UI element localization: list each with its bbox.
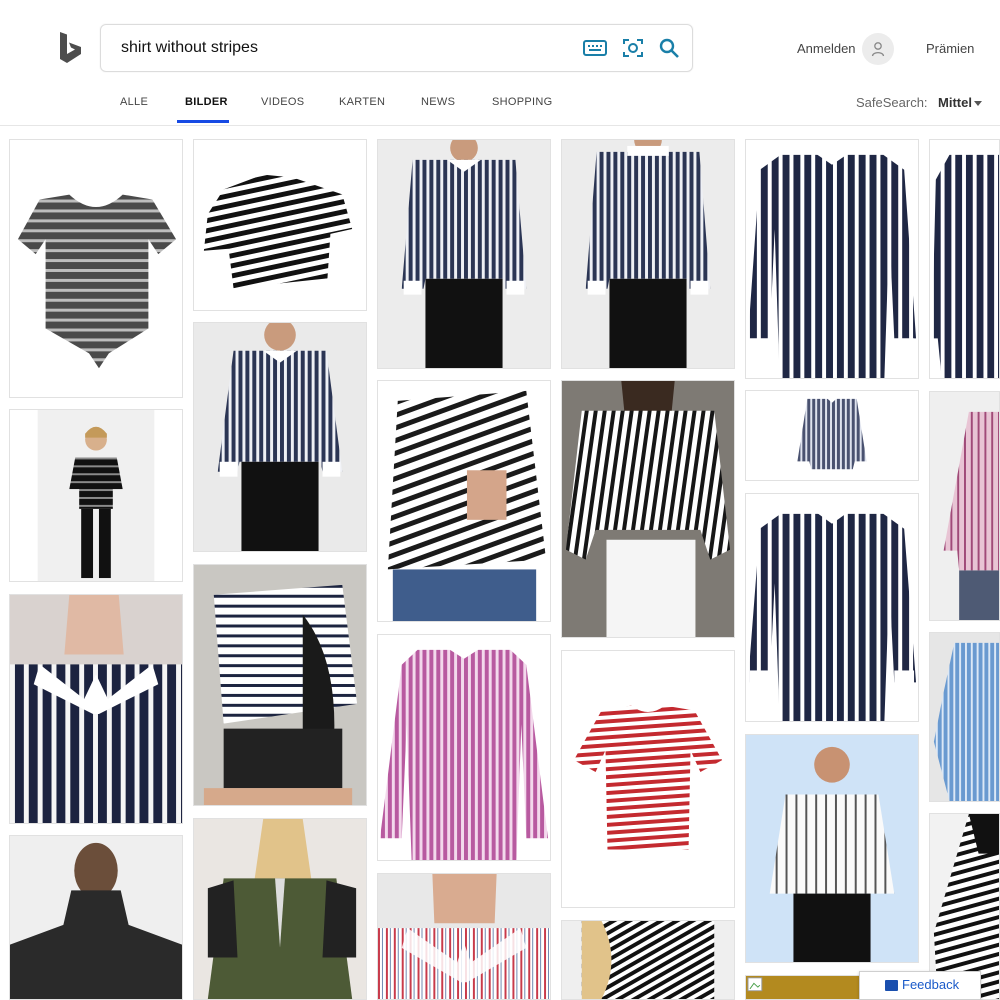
chevron-down-icon[interactable] <box>974 101 982 106</box>
image-result[interactable] <box>745 390 919 481</box>
bing-logo-icon[interactable] <box>58 32 82 64</box>
keyboard-icon[interactable] <box>583 36 607 60</box>
safesearch-label: SafeSearch: <box>856 95 928 110</box>
image-result[interactable] <box>193 564 367 806</box>
tab-shopping[interactable]: SHOPPING <box>492 96 552 108</box>
image-result[interactable] <box>561 650 735 908</box>
tab-videos[interactable]: VIDEOS <box>261 96 304 108</box>
tab-news[interactable]: NEWS <box>421 96 455 108</box>
search-input[interactable]: shirt without stripes <box>121 39 258 57</box>
feedback-button[interactable]: Feedback <box>859 971 981 1000</box>
image-result[interactable] <box>929 391 1000 621</box>
visual-search-icon[interactable] <box>621 36 645 60</box>
image-result[interactable] <box>9 139 183 398</box>
image-result[interactable] <box>561 380 735 638</box>
image-result[interactable] <box>377 380 551 622</box>
image-result[interactable] <box>9 835 183 1000</box>
rewards-link[interactable]: Prämien <box>926 41 974 56</box>
avatar[interactable] <box>862 33 894 65</box>
image-result[interactable] <box>9 594 183 824</box>
user-icon <box>871 42 885 57</box>
image-result[interactable] <box>929 632 1000 802</box>
tab-alle[interactable]: ALLE <box>120 96 148 108</box>
image-result[interactable] <box>561 139 735 369</box>
tab-karten[interactable]: KARTEN <box>339 96 385 108</box>
image-result[interactable] <box>377 634 551 861</box>
image-result[interactable] <box>377 139 551 369</box>
image-result[interactable] <box>9 409 183 582</box>
image-result[interactable] <box>377 873 551 1000</box>
active-tab-indicator <box>177 120 229 123</box>
image-result[interactable] <box>745 734 919 963</box>
search-icon[interactable] <box>657 36 681 60</box>
image-result[interactable] <box>745 493 919 722</box>
image-result[interactable] <box>193 139 367 311</box>
signin-link[interactable]: Anmelden <box>797 41 856 56</box>
image-result[interactable] <box>929 139 1000 379</box>
image-result[interactable] <box>193 322 367 552</box>
safesearch-dropdown[interactable]: Mittel <box>938 95 972 110</box>
feedback-label: Feedback <box>902 977 960 992</box>
image-result[interactable] <box>193 818 367 1000</box>
tab-bilder[interactable]: BILDER <box>185 96 228 108</box>
header: shirt without stripes Anmelden Prämien A… <box>0 0 1000 126</box>
image-result[interactable] <box>561 920 735 1000</box>
image-result[interactable] <box>745 139 919 379</box>
feedback-icon <box>885 980 898 991</box>
search-box[interactable]: shirt without stripes <box>100 24 693 72</box>
